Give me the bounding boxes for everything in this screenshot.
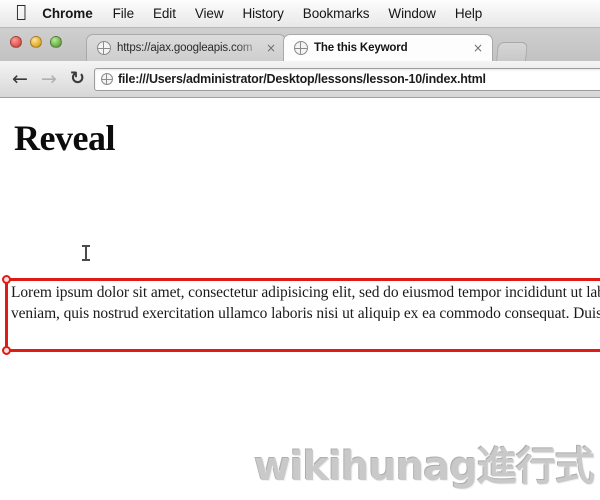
menu-item-view[interactable]: View — [195, 6, 224, 21]
menu-item-chrome[interactable]: Chrome — [42, 6, 93, 21]
watermark: wikihunag進行式 — [253, 444, 595, 490]
reload-icon[interactable]: ↻ — [70, 70, 85, 88]
address-bar[interactable]: file:///Users/administrator/Desktop/less… — [93, 67, 600, 91]
tab-list: https://ajax.googleapis.com × The this K… — [86, 28, 528, 61]
page-viewport: Reveal Lorem ipsum dolor sit amet, conse… — [0, 98, 600, 500]
browser-window: https://ajax.googleapis.com × The this K… — [0, 28, 600, 500]
macos-menu-bar:  Chrome File Edit View History Bookmark… — [0, 0, 600, 28]
reveal-element-selection[interactable]: Lorem ipsum dolor sit amet, consectetur … — [2, 275, 600, 355]
forward-arrow-icon[interactable]: → — [41, 69, 57, 89]
browser-toolbar: ← → ↻ file:///Users/administrator/Deskto… — [0, 61, 600, 98]
minimize-window-button[interactable] — [30, 36, 42, 48]
tab-googleapis[interactable]: https://ajax.googleapis.com × — [86, 34, 286, 61]
globe-favicon-icon — [294, 41, 308, 55]
page-title: Reveal — [14, 118, 115, 158]
globe-favicon-icon — [97, 41, 111, 55]
tab-strip: https://ajax.googleapis.com × The this K… — [0, 28, 600, 61]
resize-handle-bottom-left[interactable] — [2, 346, 11, 355]
menu-item-file[interactable]: File — [113, 6, 134, 21]
window-controls — [10, 36, 62, 48]
menu-item-window[interactable]: Window — [388, 6, 436, 21]
lorem-paragraph: Lorem ipsum dolor sit amet, consectetur … — [11, 284, 600, 321]
apple-logo-icon[interactable]:  — [16, 4, 26, 21]
close-tab-icon[interactable]: × — [473, 41, 483, 55]
resize-handle-top-left[interactable] — [2, 275, 11, 284]
new-tab-button[interactable] — [496, 42, 528, 61]
tab-title: https://ajax.googleapis.com — [117, 42, 253, 54]
reveal-clip-container: Lorem ipsum dolor sit amet, consectetur … — [8, 281, 600, 321]
url-text: file:///Users/administrator/Desktop/less… — [117, 72, 486, 86]
menu-item-history[interactable]: History — [242, 6, 283, 21]
menu-item-bookmarks[interactable]: Bookmarks — [303, 6, 370, 21]
globe-favicon-icon — [100, 73, 113, 85]
close-window-button[interactable] — [10, 36, 22, 48]
menu-item-help[interactable]: Help — [455, 6, 482, 21]
tab-the-this-keyword[interactable]: The this Keyword × — [283, 34, 493, 61]
text-cursor-icon — [81, 244, 90, 262]
menu-item-edit[interactable]: Edit — [153, 6, 176, 21]
maximize-window-button[interactable] — [50, 36, 62, 48]
back-arrow-icon[interactable]: ← — [12, 69, 28, 89]
close-tab-icon[interactable]: × — [266, 41, 276, 55]
tab-title: The this Keyword — [314, 42, 408, 54]
